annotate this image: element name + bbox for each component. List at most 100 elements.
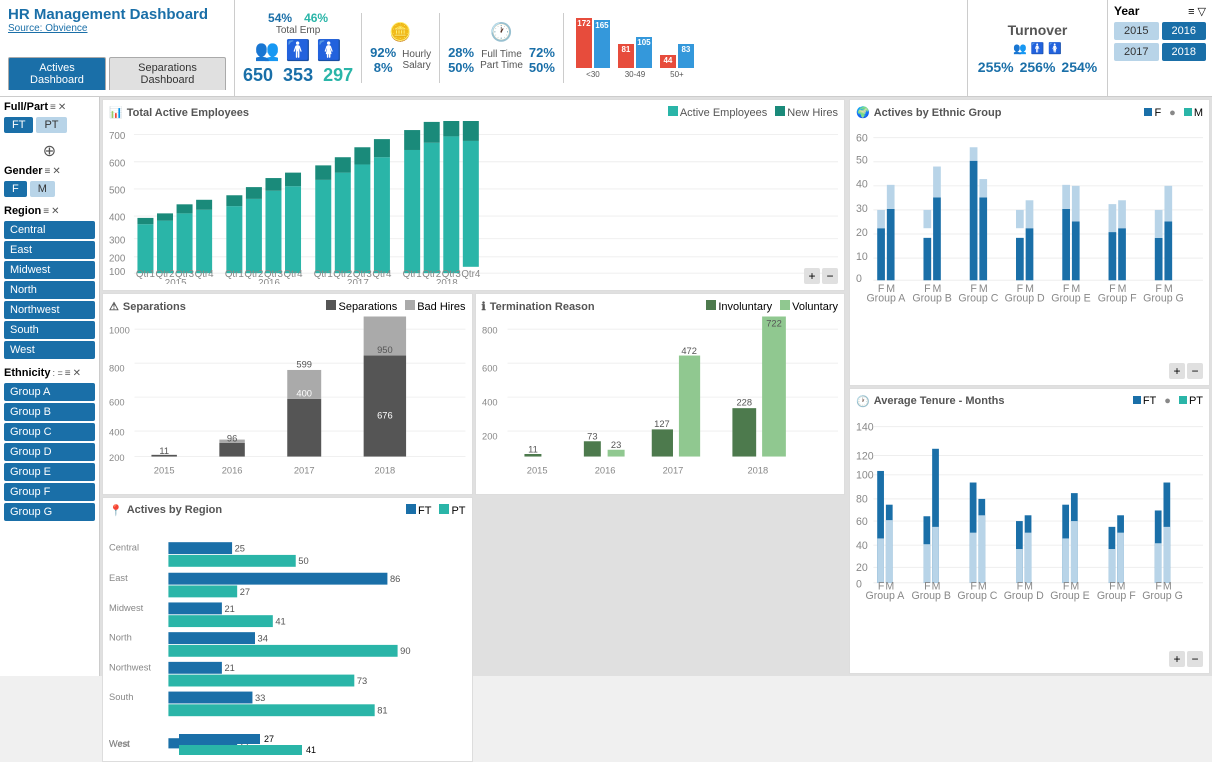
year-2016-btn[interactable]: 2016 — [1162, 22, 1207, 40]
region-west[interactable]: West — [4, 341, 95, 359]
pt-btn[interactable]: PT — [36, 117, 66, 133]
termination-legend: Involuntary Voluntary — [706, 300, 838, 313]
ethnicity-groupe[interactable]: Group E — [4, 463, 95, 481]
separations-dashboard-tab[interactable]: Separations Dashboard — [109, 57, 226, 90]
fullpart-filter-icon[interactable]: ≡ — [50, 102, 56, 113]
sidebar: Full/Part ≡ ✕ FT PT ⊕ Gender ≡ ✕ F M — [0, 97, 100, 676]
age-block: 172 165 <30 81 105 30-49 44 — [572, 18, 698, 79]
header: HR Management Dashboard Source: Obvience… — [0, 0, 1212, 97]
west-label: West — [109, 739, 177, 749]
year-2018-btn[interactable]: 2018 — [1162, 43, 1207, 61]
dashboard-title: HR Management Dashboard — [8, 6, 226, 23]
avg-tenure-plus[interactable]: + — [1169, 651, 1185, 667]
svg-text:2015: 2015 — [154, 466, 175, 476]
total-active-minus[interactable]: − — [822, 268, 838, 284]
region-north[interactable]: North — [4, 281, 95, 299]
total-active-zoom: + − — [804, 268, 838, 284]
region-clear-icon[interactable]: ✕ — [51, 206, 59, 217]
svg-text:Qtr1: Qtr1 — [136, 269, 155, 280]
svg-text:21: 21 — [224, 663, 234, 673]
ethnicity-groupd[interactable]: Group D — [4, 443, 95, 461]
parttime-pct: 50% — [448, 60, 474, 75]
fullpart-clear-icon[interactable]: ✕ — [58, 102, 66, 113]
termination-header: ℹ Termination Reason Involuntary Volunta… — [482, 300, 839, 313]
total-active-svg: 700 600 500 400 300 200 100 — [109, 121, 838, 284]
svg-text:599: 599 — [296, 359, 312, 369]
actives-ethnic-svg: 60 50 40 30 20 10 0 — [856, 121, 1203, 361]
legend-newhire-dot — [775, 106, 785, 116]
region-filter-icon[interactable]: ≡ — [43, 206, 49, 217]
svg-text:33: 33 — [255, 693, 265, 703]
actives-region-svg: Central 25 50 East 86 27 Midwest 21 41 N… — [109, 519, 466, 732]
f-btn[interactable]: F — [4, 181, 27, 197]
total-active-legend: Active Employees New Hires — [668, 106, 838, 119]
svg-text:800: 800 — [109, 364, 125, 374]
svg-text:100: 100 — [109, 267, 126, 278]
year-2015-btn[interactable]: 2015 — [1114, 22, 1159, 40]
svg-text:600: 600 — [482, 364, 498, 374]
separations-header: ⚠ Separations Separations Bad Hires — [109, 300, 466, 313]
age-label-lt30: <30 — [586, 70, 600, 79]
ft-btn[interactable]: FT — [4, 117, 33, 133]
region-east[interactable]: East — [4, 241, 95, 259]
actives-region-legend: FT PT — [406, 504, 466, 517]
total-num: 650 — [243, 65, 273, 86]
separations-chart-body: 1000 800 600 400 200 11 2015 — [109, 315, 466, 488]
gender-filter-icon[interactable]: ≡ — [45, 166, 51, 177]
svg-text:Group F: Group F — [1098, 292, 1137, 304]
m-btn[interactable]: M — [30, 181, 55, 197]
avg-tenure-minus[interactable]: − — [1187, 651, 1203, 667]
ethnicity-groupa[interactable]: Group A — [4, 383, 95, 401]
svg-text:73: 73 — [357, 676, 367, 686]
region-northwest[interactable]: Northwest — [4, 301, 95, 319]
right-panel: 🌍 Actives by Ethnic Group F ● M 60 50 40… — [847, 97, 1212, 676]
svg-text:400: 400 — [296, 388, 312, 398]
svg-text:Qtr4: Qtr4 — [195, 269, 215, 280]
year-filter-icon[interactable]: ≡ ▽ — [1188, 5, 1206, 18]
svg-text:41: 41 — [275, 616, 285, 626]
svg-text:81: 81 — [377, 705, 387, 715]
svg-text:Qtr1: Qtr1 — [225, 269, 244, 280]
svg-text:127: 127 — [654, 419, 670, 429]
region-central[interactable]: Central — [4, 221, 95, 239]
total-active-plus[interactable]: + — [804, 268, 820, 284]
svg-text:South: South — [109, 692, 133, 702]
ethnicity-clear-icon[interactable]: ✕ — [73, 368, 81, 379]
hourly-pct2: 8% — [370, 60, 396, 75]
actives-dashboard-tab[interactable]: Actives Dashboard — [8, 57, 106, 90]
actives-ethnic-minus[interactable]: − — [1187, 363, 1203, 379]
ethnicity-groupg[interactable]: Group G — [4, 503, 95, 521]
west-ft-val: 27 — [264, 734, 274, 744]
svg-text:80: 80 — [856, 493, 868, 505]
hourly-pct: 92% — [370, 45, 396, 60]
turnover-val3: 254% — [1061, 59, 1097, 75]
west-pt-bar — [179, 745, 302, 755]
age-label-3049: 30-49 — [625, 70, 645, 79]
fulltime-pct: 28% — [448, 45, 474, 60]
age-bar-50plus-f: 44 — [660, 55, 676, 68]
svg-text:2018: 2018 — [436, 278, 458, 284]
actives-ethnic-chart-body: 60 50 40 30 20 10 0 — [856, 121, 1203, 361]
ethnicity-groupc[interactable]: Group C — [4, 423, 95, 441]
gender-clear-icon[interactable]: ✕ — [52, 166, 60, 177]
region-midwest[interactable]: Midwest — [4, 261, 95, 279]
svg-text:Group A: Group A — [866, 292, 906, 304]
ethnicity-groupb[interactable]: Group B — [4, 403, 95, 421]
svg-text:Group E: Group E — [1051, 292, 1090, 304]
add-filter-btn[interactable]: ⊕ — [4, 141, 95, 161]
actives-ethnic-header: 🌍 Actives by Ethnic Group F ● M — [856, 106, 1203, 119]
ethnicity-filter-icon[interactable]: ≡ — [65, 368, 71, 379]
year-2017-btn[interactable]: 2017 — [1114, 43, 1159, 61]
turnover-block: Turnover 👥 🚹 🚺 255% 256% 254% — [967, 0, 1107, 96]
actives-region-west-row: West 27 41 — [109, 734, 466, 755]
svg-text:100: 100 — [856, 469, 874, 481]
ethnicity-groupf[interactable]: Group F — [4, 483, 95, 501]
actives-ethnic-plus[interactable]: + — [1169, 363, 1185, 379]
region-south[interactable]: South — [4, 321, 95, 339]
avg-tenure-chart-body: 140 120 100 80 60 40 20 0 — [856, 410, 1203, 650]
svg-text:27: 27 — [240, 587, 250, 597]
svg-text:86: 86 — [390, 574, 400, 584]
svg-text:11: 11 — [159, 446, 169, 456]
gender-btn-group: F M — [4, 181, 95, 197]
parttime-label: Part Time — [480, 60, 523, 71]
